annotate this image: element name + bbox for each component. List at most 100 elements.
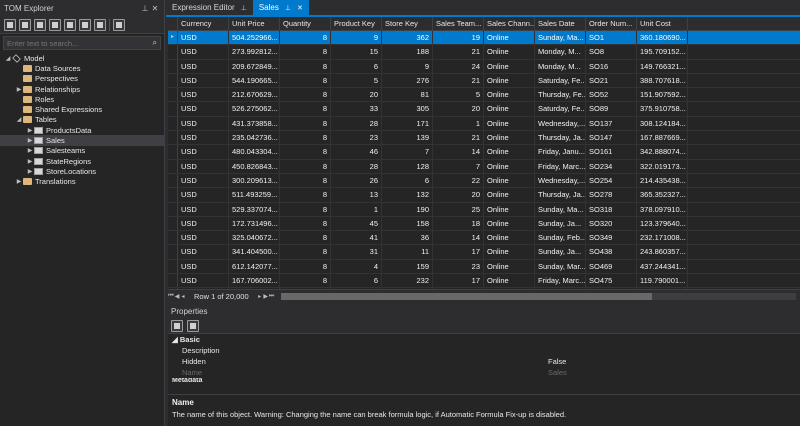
table-cell[interactable]: Online [484,231,535,245]
table-cell[interactable]: 188 [382,45,433,59]
property-row[interactable]: Hidden False [168,356,800,367]
table-cell[interactable]: USD [178,173,229,188]
tree-node[interactable]: Shared Expressions [0,104,164,114]
collapsed-arrow-icon[interactable]: ▶ [26,137,34,144]
table-cell[interactable]: Sunday, Ma... [535,202,586,216]
table-cell[interactable]: SO469 [586,259,637,274]
table-cell[interactable]: 308.124184... [637,116,688,131]
column-header[interactable]: Product Key [331,17,382,30]
table-cell[interactable]: 214.435438... [637,173,688,188]
table-cell[interactable]: 322.019173... [637,159,688,173]
column-header[interactable]: Unit Cost [637,17,688,30]
table-cell[interactable]: Online [484,259,535,274]
table-cell[interactable]: Online [484,31,535,45]
table-cell[interactable]: Wednesday,... [535,173,586,188]
column-header[interactable]: Store Key [382,17,433,30]
data-grid[interactable]: Currency Unit Price Quantity Product Key Sto… [168,17,800,289]
table-cell[interactable]: USD [178,73,229,88]
table-cell[interactable]: 8 [280,245,331,259]
search-icon[interactable]: ⌕ [153,38,157,48]
table-cell[interactable]: 46 [331,145,382,159]
table-cell[interactable]: 511.493259... [229,188,280,202]
table-cell[interactable]: Saturday, Fe... [535,73,586,88]
table-cell[interactable]: 1 [433,116,484,131]
tree-node[interactable]: ▶ ProductsData [0,125,164,135]
table-cell[interactable]: 8 [280,59,331,73]
close-icon[interactable]: ✕ [150,4,160,13]
table-cell[interactable]: 273.992812... [229,45,280,59]
scrollbar-thumb[interactable] [280,292,652,300]
table-row[interactable]: USD 273.992812... 8 15 188 21 Online Monday, M.… [168,45,800,60]
prev-record-icon[interactable]: ◂ [180,293,186,300]
table-row[interactable]: USD 341.404500... 8 31 11 17 Online Sunday, Ja.… [168,245,800,260]
table-cell[interactable]: Online [484,216,535,231]
table-cell[interactable]: 235.042736... [229,131,280,145]
table-row[interactable]: USD 529.337074... 8 1 190 25 Online Sunday, Ma.… [168,202,800,217]
table-cell[interactable]: SO161 [586,145,637,159]
table-cell[interactable]: 8 [280,45,331,59]
table-cell[interactable]: 529.337074... [229,202,280,216]
table-cell[interactable]: 22 [433,173,484,188]
table-cell[interactable]: Sunday, Feb... [535,231,586,245]
table-cell[interactable]: 437.244341... [637,259,688,274]
collapsed-arrow-icon[interactable]: ▶ [26,127,34,134]
toolbar-button-7[interactable] [94,18,106,31]
table-cell[interactable]: SO234 [586,159,637,173]
table-cell[interactable]: 8 [280,202,331,216]
row-header[interactable] [168,88,178,102]
table-row[interactable]: USD 526.275062... 8 33 305 20 Online Saturday, … [168,102,800,117]
table-cell[interactable]: 14 [433,145,484,159]
column-header[interactable]: Order Num... [586,17,637,30]
table-cell[interactable]: 20 [433,102,484,116]
table-cell[interactable]: 5 [433,88,484,102]
table-cell[interactable]: 139 [382,131,433,145]
table-cell[interactable]: 24 [433,59,484,73]
table-cell[interactable]: Online [484,73,535,88]
table-cell[interactable]: 21 [433,131,484,145]
table-cell[interactable]: 232.171008... [637,231,688,245]
row-header[interactable] [168,45,178,59]
table-cell[interactable]: 36 [382,231,433,245]
table-cell[interactable]: SO278 [586,188,637,202]
table-cell[interactable]: 375.910758... [637,102,688,116]
row-header[interactable] [168,216,178,231]
table-cell[interactable]: 6 [331,59,382,73]
tree-node[interactable]: ▶ Sales [0,135,164,146]
tree-node[interactable]: ◢ Tables [0,115,164,125]
table-cell[interactable]: 172.731496... [229,216,280,231]
table-cell[interactable]: SO254 [586,173,637,188]
table-cell[interactable]: SO89 [586,102,637,116]
table-cell[interactable]: 360.180690... [637,31,688,45]
table-cell[interactable]: 209.672849... [229,59,280,73]
table-cell[interactable]: 149.766321... [637,59,688,73]
table-cell[interactable]: USD [178,88,229,102]
table-cell[interactable]: 171 [382,116,433,131]
row-header[interactable] [168,274,178,288]
table-cell[interactable]: Online [484,88,535,102]
table-cell[interactable]: SO349 [586,231,637,245]
last-record-icon[interactable]: ⏭ [269,293,275,300]
table-cell[interactable]: 81 [382,88,433,102]
table-cell[interactable]: Online [484,145,535,159]
column-header[interactable]: Currency [178,17,229,30]
table-cell[interactable]: 362 [382,31,433,45]
toolbar-button-5[interactable] [64,18,76,31]
table-cell[interactable]: 212.670629... [229,88,280,102]
collapsed-arrow-icon[interactable]: ▶ [15,178,23,185]
table-cell[interactable]: USD [178,245,229,259]
table-cell[interactable]: 8 [280,231,331,245]
table-cell[interactable]: 21 [433,73,484,88]
table-cell[interactable]: Online [484,245,535,259]
table-cell[interactable]: 504.252966... [229,31,280,45]
row-header[interactable] [168,188,178,202]
table-cell[interactable]: 243.860357... [637,245,688,259]
row-header[interactable] [168,116,178,131]
collapsed-arrow-icon[interactable]: ▶ [26,168,34,175]
table-cell[interactable]: 132 [382,188,433,202]
toolbar-button-8[interactable] [113,18,125,31]
table-cell[interactable]: USD [178,202,229,216]
table-cell[interactable]: 11 [382,245,433,259]
table-cell[interactable]: 8 [280,173,331,188]
row-header[interactable] [168,245,178,259]
table-cell[interactable]: 5 [331,73,382,88]
